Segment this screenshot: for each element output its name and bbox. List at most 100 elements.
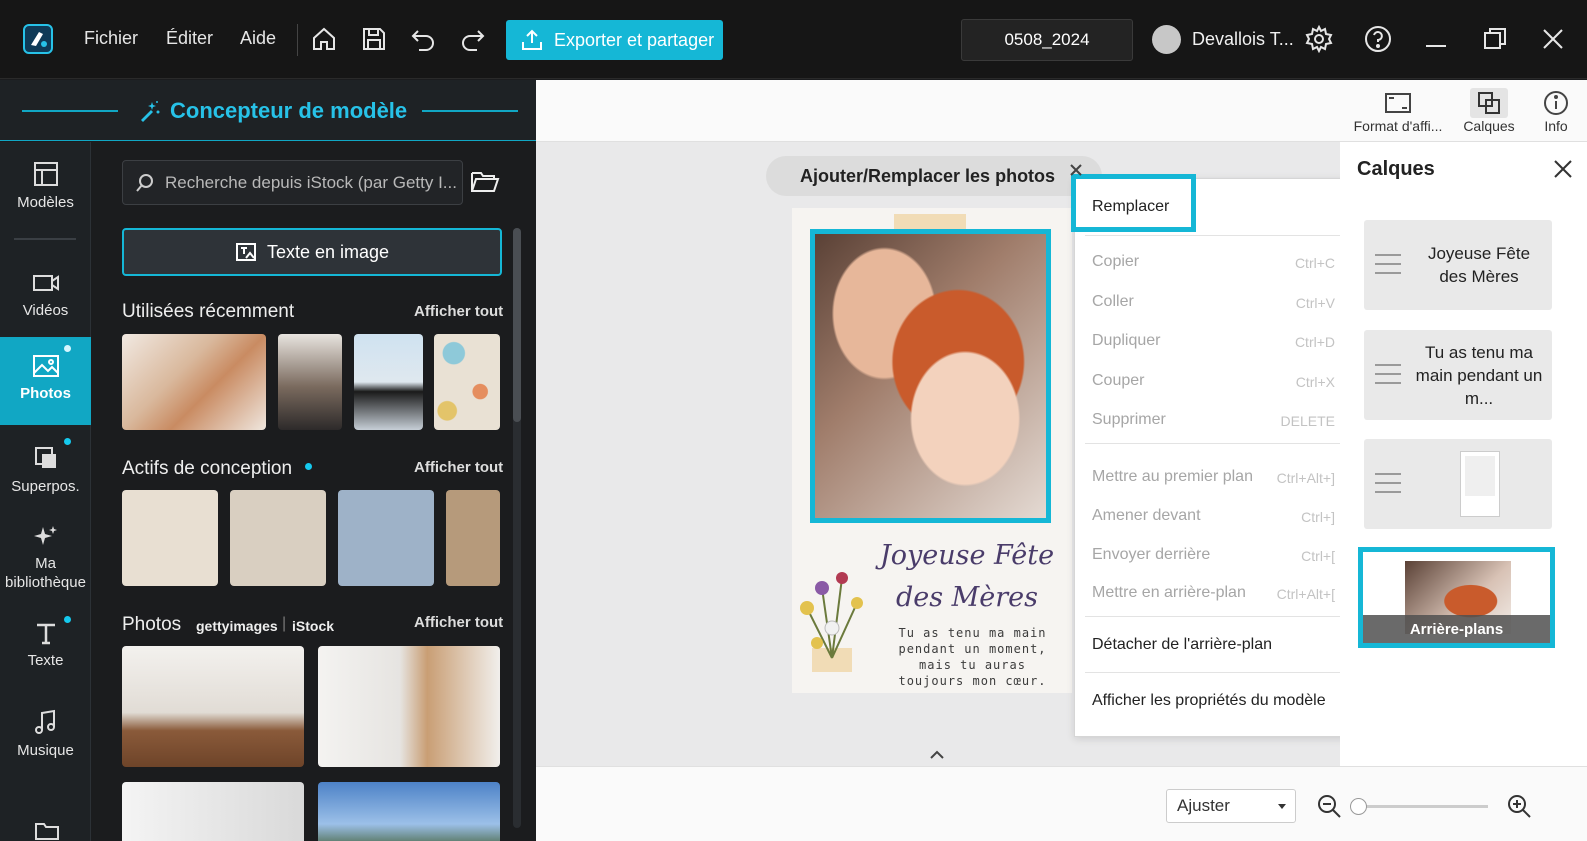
stock-photo-sky[interactable] <box>318 782 500 841</box>
card-body-line: toujours mon cœur. <box>898 674 1047 688</box>
avatar[interactable] <box>1152 25 1181 54</box>
fit-select[interactable]: Ajuster <box>1166 789 1296 823</box>
shortcut-label: Ctrl+X <box>1295 374 1335 390</box>
search-input[interactable]: Recherche depuis iStock (par Getty I... <box>122 160 463 205</box>
stock-photo-room[interactable] <box>122 782 304 841</box>
panel-scrollbar[interactable] <box>513 228 521 828</box>
card-title-line-1: Joyeuse Fête <box>879 540 1055 571</box>
zoom-in-icon[interactable] <box>1506 793 1532 824</box>
shortcut-label: Ctrl+Alt+] <box>1276 470 1335 486</box>
layer-item[interactable]: Joyeuse Fête des Mères <box>1364 220 1552 310</box>
recent-see-all[interactable]: Afficher tout <box>414 303 503 320</box>
menu-item-template-properties[interactable]: Afficher les propriétés du modèle <box>1092 692 1326 710</box>
magic-brush-icon <box>141 101 160 122</box>
menu-item-send-backward[interactable]: Envoyer derrière Ctrl+[ <box>1075 542 1351 570</box>
menu-item-copy[interactable]: Copier Ctrl+C <box>1075 249 1351 277</box>
menu-item-paste[interactable]: Coller Ctrl+V <box>1075 289 1351 317</box>
menu-item-delete[interactable]: Supprimer DELETE <box>1075 407 1351 435</box>
folder-icon[interactable] <box>34 818 60 841</box>
redo-icon[interactable] <box>456 22 490 56</box>
menu-item-bring-forward[interactable]: Amener devant Ctrl+] <box>1075 503 1351 531</box>
menu-item-detach-background[interactable]: Détacher de l'arrière-plan <box>1092 636 1272 654</box>
new-dot <box>64 345 71 352</box>
stock-photo-dining[interactable] <box>122 646 304 767</box>
asset-texture-2[interactable] <box>230 490 326 586</box>
close-icon[interactable] <box>1552 158 1574 185</box>
close-pill-icon[interactable] <box>1068 162 1084 183</box>
asset-texture-3[interactable] <box>338 490 434 586</box>
drag-handle-icon[interactable] <box>1375 364 1401 391</box>
recent-photo-2[interactable] <box>278 334 342 430</box>
zoom-slider[interactable] <box>1358 805 1488 808</box>
menu-help[interactable]: Aide <box>240 28 276 49</box>
menu-edit[interactable]: Éditer <box>166 28 213 49</box>
add-replace-photos-pill[interactable]: Ajouter/Remplacer les photos <box>766 156 1102 196</box>
card-body-text[interactable]: Tu as tenu ma main pendant un moment, ma… <box>880 625 1065 689</box>
photos-see-all[interactable]: Afficher tout <box>414 614 503 631</box>
background-layer-item[interactable]: Arrière-plans <box>1358 547 1555 648</box>
open-folder-icon[interactable] <box>470 168 500 199</box>
selected-photo-frame[interactable] <box>810 229 1051 523</box>
menu-item-bring-to-front[interactable]: Mettre au premier plan Ctrl+Alt+] <box>1075 464 1351 492</box>
nav-music[interactable]: Musique <box>0 708 91 759</box>
info-icon <box>1526 88 1586 118</box>
layer-item[interactable] <box>1364 439 1552 529</box>
info-tool[interactable]: Info <box>1526 88 1586 134</box>
help-icon[interactable] <box>1361 22 1395 56</box>
recent-photo-4[interactable] <box>434 334 500 430</box>
close-window-icon[interactable] <box>1536 22 1570 56</box>
menu-item-send-to-back-label: Mettre en arrière-plan <box>1092 584 1246 601</box>
restore-icon[interactable] <box>1478 22 1512 56</box>
zoom-out-icon[interactable] <box>1316 793 1342 824</box>
nav-overlays[interactable]: Superpos. <box>0 438 91 495</box>
nav-templates[interactable]: Modèles <box>0 160 91 211</box>
asset-texture-1[interactable] <box>122 490 218 586</box>
shortcut-label: Ctrl+] <box>1301 509 1335 525</box>
context-menu: Remplacer Copier Ctrl+C Coller Ctrl+V Dupl… <box>1074 178 1350 737</box>
photo-icon <box>0 353 91 379</box>
text-to-image-button[interactable]: Texte en image <box>122 228 502 276</box>
templates-icon <box>0 160 91 188</box>
menu-file[interactable]: Fichier <box>84 28 138 49</box>
nav-overlays-label: Superpos. <box>11 478 80 495</box>
new-dot <box>64 616 71 623</box>
header-line-right <box>422 110 518 112</box>
menu-item-duplicate[interactable]: Dupliquer Ctrl+D <box>1075 328 1351 356</box>
card-title[interactable]: Joyeuse Fête des Mères <box>872 535 1062 619</box>
recent-photo-1[interactable] <box>122 334 266 430</box>
user-name[interactable]: Devallois T... <box>1192 29 1294 50</box>
mother-daughter-photo <box>815 234 1046 518</box>
nav-library[interactable]: Ma bibliothèque <box>0 524 91 592</box>
layers-tool[interactable]: Calques <box>1454 88 1524 134</box>
scrollbar-thumb[interactable] <box>513 228 521 422</box>
designer-title: Concepteur de modèle <box>138 98 407 124</box>
menu-item-cut[interactable]: Couper Ctrl+X <box>1075 368 1351 396</box>
home-icon[interactable] <box>307 22 341 56</box>
layer-label <box>1412 439 1546 529</box>
nav-photos[interactable]: Photos <box>0 337 91 425</box>
header-line-left <box>22 110 118 112</box>
recent-photo-3[interactable] <box>354 334 423 430</box>
project-name-field[interactable]: 0508_2024 <box>961 19 1133 61</box>
assets-see-all[interactable]: Afficher tout <box>414 459 503 476</box>
layer-item[interactable]: Tu as tenu ma main pendant un m... <box>1364 330 1552 420</box>
nav-videos[interactable]: Vidéos <box>0 270 91 319</box>
chevron-up-icon[interactable] <box>920 748 954 762</box>
menu-item-bring-to-front-label: Mettre au premier plan <box>1092 468 1253 485</box>
asset-texture-4[interactable] <box>446 490 500 586</box>
export-share-button[interactable]: Exporter et partager <box>506 20 723 60</box>
stock-photo-stairs[interactable] <box>318 646 500 767</box>
save-icon[interactable] <box>357 22 391 56</box>
minimize-icon[interactable] <box>1419 22 1453 56</box>
nav-text[interactable]: Texte <box>0 616 91 669</box>
menu-item-send-to-back[interactable]: Mettre en arrière-plan Ctrl+Alt+[ <box>1075 580 1351 608</box>
display-format-tool[interactable]: Format d'affi... <box>1348 88 1448 134</box>
undo-icon[interactable] <box>406 22 440 56</box>
drag-handle-icon[interactable] <box>1375 473 1401 500</box>
drag-handle-icon[interactable] <box>1375 254 1401 281</box>
replace-highlight <box>1071 174 1196 232</box>
zoom-slider-knob[interactable] <box>1350 798 1367 815</box>
layers-icon <box>1470 88 1508 118</box>
design-assets-title: Actifs de conception <box>122 458 293 479</box>
gear-icon[interactable] <box>1302 22 1336 56</box>
